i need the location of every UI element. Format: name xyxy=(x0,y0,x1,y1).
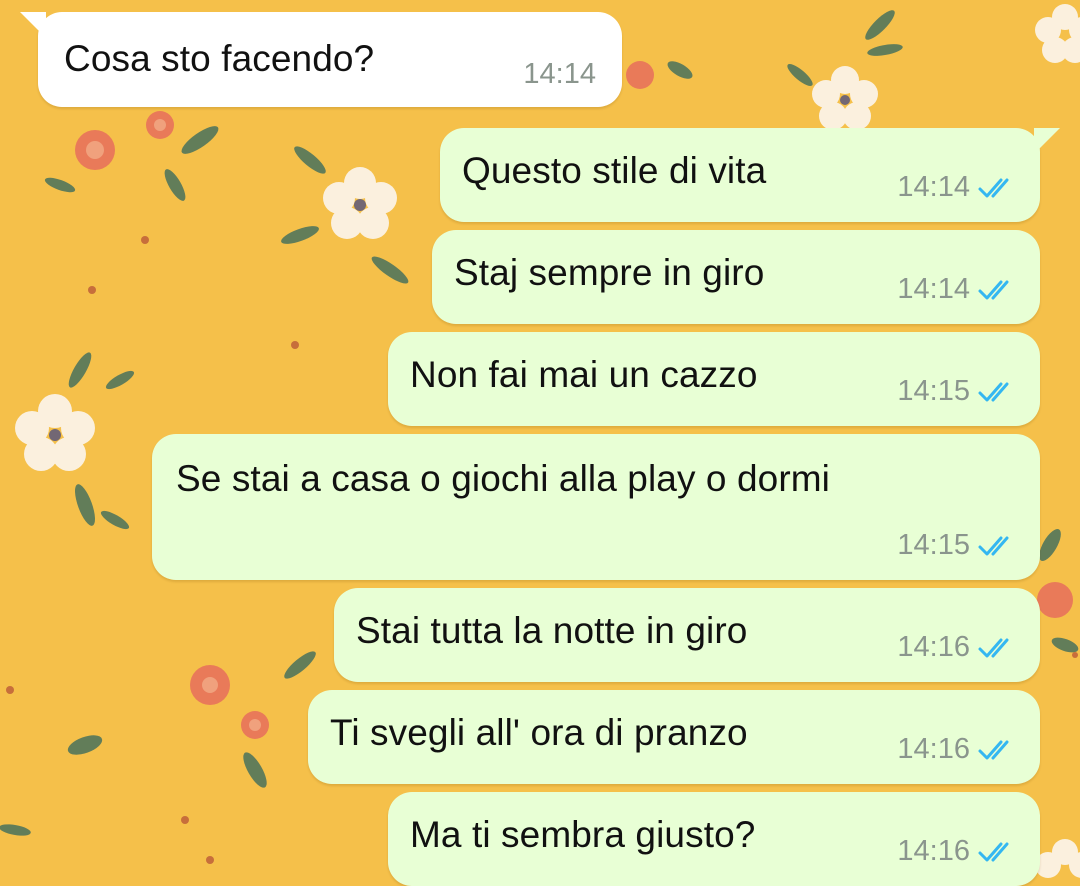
message-meta: 14:16 xyxy=(897,631,1020,664)
message-bubble-outgoing[interactable]: Staj sempre in giro 14:14 xyxy=(432,230,1040,324)
message-time: 14:14 xyxy=(897,171,970,203)
message-text: Questo stile di vita xyxy=(462,150,767,191)
message-bubble-outgoing[interactable]: Non fai mai un cazzo 14:15 xyxy=(388,332,1040,426)
message-time: 14:16 xyxy=(897,835,970,867)
message-bubble-incoming[interactable]: Cosa sto facendo? 14:14 xyxy=(20,12,622,107)
message-text: Stai tutta la notte in giro xyxy=(356,610,748,651)
message-time: 14:14 xyxy=(897,273,970,305)
double-check-read-icon xyxy=(978,382,1009,401)
bubble-tail xyxy=(20,12,46,38)
message-text: Non fai mai un cazzo xyxy=(410,354,758,395)
message-text: Staj sempre in giro xyxy=(454,252,765,293)
message-time: 14:15 xyxy=(897,375,970,407)
message-meta: 14:16 xyxy=(897,733,1020,766)
double-check-read-icon xyxy=(978,740,1009,759)
message-text: Ti svegli all' ora di pranzo xyxy=(330,712,748,753)
double-check-read-icon xyxy=(978,178,1009,197)
message-bubble-outgoing[interactable]: Stai tutta la notte in giro 14:16 xyxy=(334,588,1040,682)
message-meta: 14:14 xyxy=(897,171,1020,204)
message-bubble-outgoing[interactable]: Ti svegli all' ora di pranzo 14:16 xyxy=(308,690,1040,784)
message-meta: 14:15 xyxy=(897,375,1020,408)
double-check-read-icon xyxy=(978,536,1009,555)
message-text: Cosa sto facendo? xyxy=(64,38,375,79)
message-bubble-outgoing[interactable]: Ma ti sembra giusto? 14:16 xyxy=(388,792,1040,886)
message-bubble-outgoing[interactable]: Questo stile di vita 14:14 xyxy=(440,128,1060,222)
double-check-read-icon xyxy=(978,280,1009,299)
message-time: 14:15 xyxy=(897,529,970,561)
message-time: 14:16 xyxy=(897,733,970,765)
message-meta: 14:14 xyxy=(523,58,596,91)
message-meta: 14:15 xyxy=(897,529,1020,562)
message-text: Se stai a casa o giochi alla play o dorm… xyxy=(176,458,831,499)
double-check-read-icon xyxy=(978,842,1009,861)
message-bubble-outgoing[interactable]: Se stai a casa o giochi alla play o dorm… xyxy=(152,434,1040,580)
double-check-read-icon xyxy=(978,638,1009,657)
message-text: Ma ti sembra giusto? xyxy=(410,814,756,855)
message-meta: 14:14 xyxy=(897,273,1020,306)
message-meta: 14:16 xyxy=(897,835,1020,868)
message-time: 14:14 xyxy=(523,58,596,90)
message-time: 14:16 xyxy=(897,631,970,663)
bubble-tail xyxy=(1034,128,1060,154)
